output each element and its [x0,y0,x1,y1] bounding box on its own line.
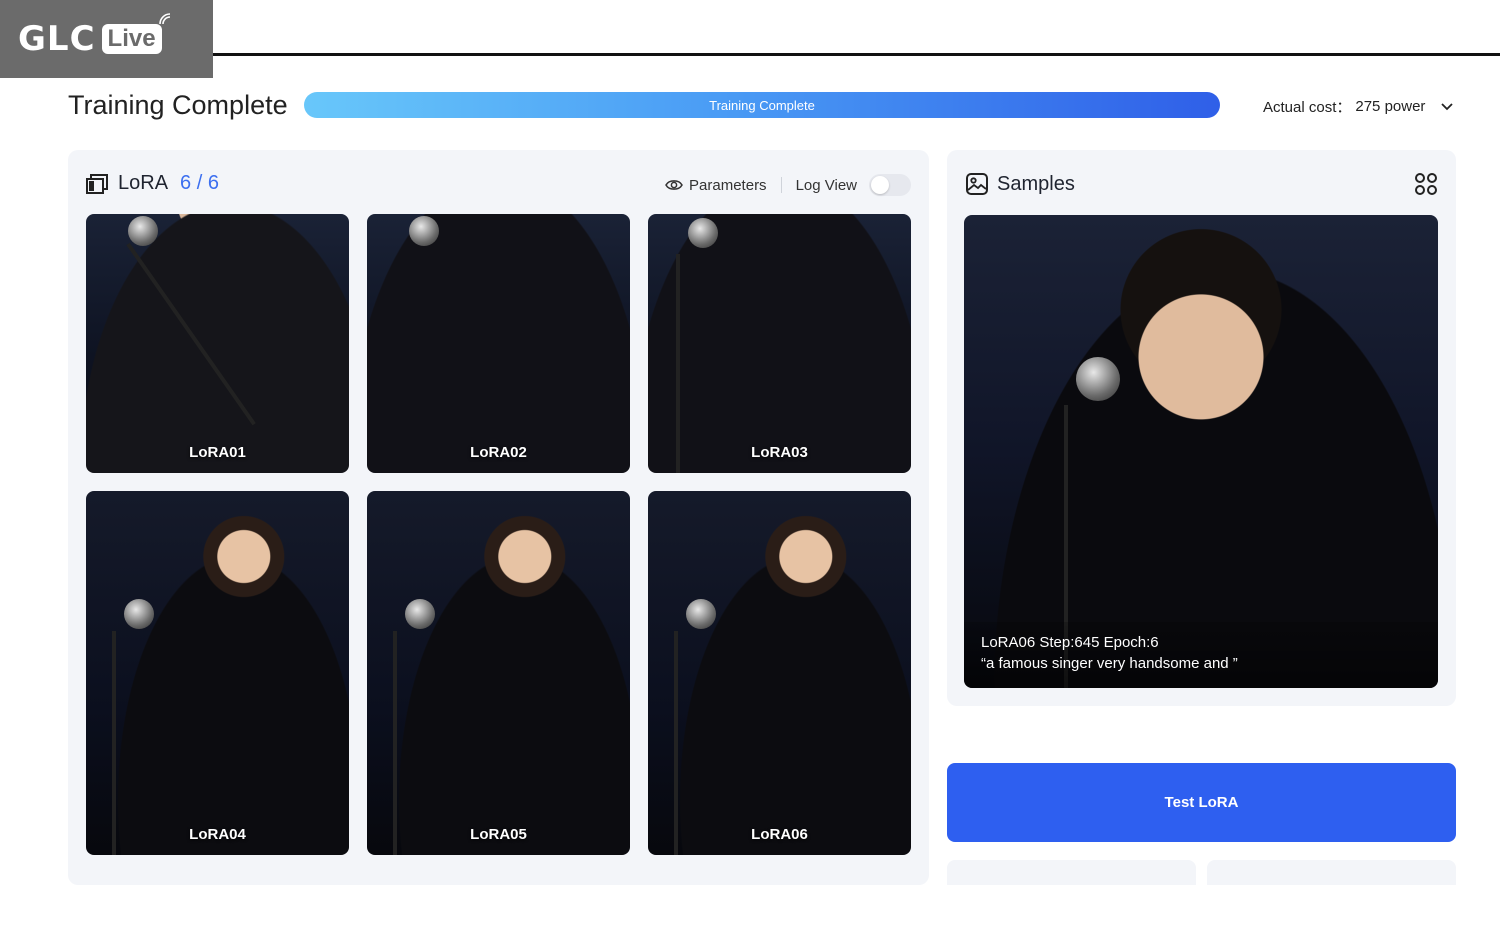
lora-card-label: LoRA01 [189,444,246,461]
brand-logo: GLC Live [0,0,213,78]
mic-stand [393,631,397,855]
logo-text: GLC [18,19,96,59]
lora-card-label: LoRA04 [189,826,246,843]
chevron-down-icon [1441,102,1454,110]
mic-stand [674,631,678,855]
lora-stack-icon [86,173,108,194]
training-progress-bar: Training Complete [304,92,1220,118]
eye-icon [665,180,683,190]
lora-card[interactable]: LoRA03 [648,214,911,473]
cost-label: Actual cost： [1263,99,1352,116]
live-badge-label: Live [107,25,156,52]
lora-card-label: LoRA02 [470,444,527,461]
grid-view-icon[interactable] [1414,172,1438,196]
samples-header: Samples [965,172,1075,196]
microphone-icon [686,599,716,629]
lora-count: 6 / 6 [180,172,219,194]
samples-panel: Samples LoRA06 Step:645 Epoch:6 “a famou… [947,150,1456,706]
top-divider [213,53,1500,56]
sample-caption: LoRA06 Step:645 Epoch:6 “a famous singer… [964,622,1438,688]
lora-card-label: LoRA03 [751,444,808,461]
microphone-icon [1076,357,1120,401]
microphone-icon [128,216,158,246]
mic-stand [126,242,256,426]
microphone-icon [409,216,439,246]
lora-card[interactable]: LoRA01 [86,214,349,473]
lora-card[interactable]: LoRA06 [648,491,911,855]
lora-card[interactable]: LoRA02 [367,214,630,473]
image-icon [966,173,988,195]
parameters-button[interactable]: Parameters [689,177,767,194]
samples-title: Samples [997,172,1075,195]
sample-image[interactable]: LoRA06 Step:645 Epoch:6 “a famous singer… [964,215,1438,688]
microphone-icon [688,218,718,248]
microphone-icon [405,599,435,629]
mic-stand [112,631,116,855]
log-view-toggle[interactable] [869,174,911,196]
log-view-label: Log View [795,176,857,194]
toggle-knob [871,176,889,194]
lora-panel-header: LoRA 6 / 6 [86,172,219,195]
progress-label: Training Complete [709,97,815,113]
page-title: Training Complete [68,90,288,120]
lora-card[interactable]: LoRA05 [367,491,630,855]
lora-title: LoRA [118,172,169,194]
test-lora-button[interactable]: Test LoRA [947,763,1456,842]
mic-stand [676,254,680,473]
sample-caption-prompt: “a famous singer very handsome and ” [981,655,1238,672]
lora-card[interactable]: LoRA04 [86,491,349,855]
secondary-button-left[interactable] [947,860,1196,885]
lora-card-label: LoRA05 [470,826,527,843]
sample-caption-meta: LoRA06 Step:645 Epoch:6 [981,634,1159,651]
cost-value: 275 power [1355,98,1426,115]
live-badge: Live [101,13,170,54]
cost-dropdown[interactable]: Actual cost： 275 power [1263,96,1454,117]
broadcast-icon [158,13,170,25]
lora-tools: Parameters Log View [665,174,911,196]
lora-card-label: LoRA06 [751,826,808,843]
secondary-button-right[interactable] [1207,860,1456,885]
microphone-icon [124,599,154,629]
tool-divider [780,177,782,193]
